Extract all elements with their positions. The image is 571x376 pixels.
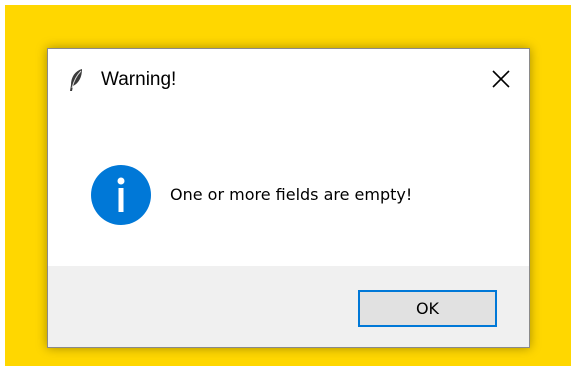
dialog-message: One or more fields are empty!: [170, 185, 413, 204]
ok-button[interactable]: OK: [358, 290, 497, 327]
title-bar[interactable]: Warning!: [48, 49, 529, 109]
dialog-footer: OK: [48, 266, 529, 347]
close-icon: [492, 70, 510, 88]
warning-dialog: Warning! One or more fields are empty! O…: [47, 48, 530, 348]
feather-icon: [68, 68, 84, 92]
dialog-title: Warning!: [101, 69, 177, 90]
close-button[interactable]: [473, 49, 529, 109]
dialog-content: One or more fields are empty!: [48, 109, 529, 266]
info-icon: [91, 165, 151, 225]
